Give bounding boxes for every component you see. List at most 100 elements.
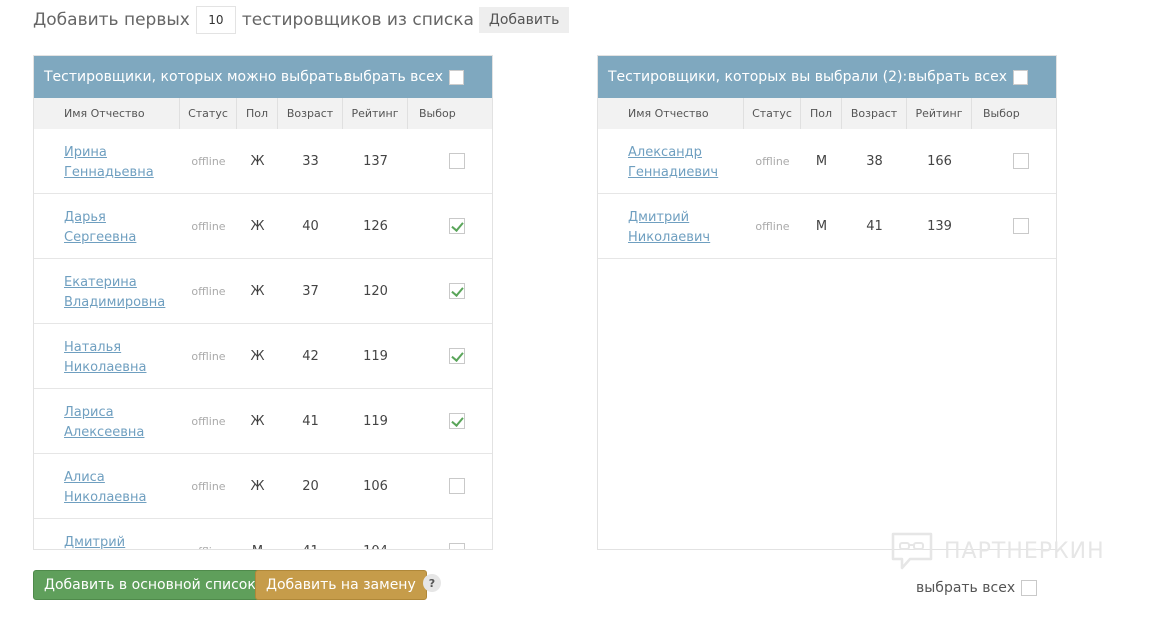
- row-checkbox[interactable]: [449, 283, 465, 299]
- quantity-input[interactable]: [195, 6, 236, 34]
- selected-rows: Александр Геннадиевич offline М 38 166 Дм…: [598, 129, 1056, 259]
- select-cell: [408, 194, 492, 258]
- select-cell: [408, 389, 492, 453]
- status-text: offline: [191, 154, 226, 168]
- col-sex[interactable]: Пол: [801, 98, 842, 129]
- age-text: 42: [302, 348, 319, 364]
- tester-name-link[interactable]: Дмитрий Николаевич: [598, 194, 744, 258]
- tester-name-link[interactable]: Наталья Николаевна: [34, 324, 180, 388]
- table-row: Дмитрий Николаевич offline М 41 139: [598, 194, 1056, 259]
- tester-name-link[interactable]: Ирина Геннадьевна: [34, 129, 180, 193]
- available-testers-panel: Тестировщики, которых можно выбрать: выб…: [33, 55, 493, 550]
- select-all-bottom-label: выбрать всех: [916, 580, 1016, 596]
- add-first-button[interactable]: Добавить: [478, 7, 570, 33]
- sex-text: Ж: [250, 153, 265, 169]
- table-row: Екатерина Владимировна offline Ж 37 120: [34, 259, 492, 324]
- select-cell: [408, 454, 492, 518]
- status-text: offline: [191, 414, 226, 428]
- sex-text: Ж: [250, 218, 265, 234]
- tester-name-link[interactable]: Александр Геннадиевич: [598, 129, 744, 193]
- sex-text: М: [815, 153, 828, 169]
- rating-text: 166: [927, 153, 952, 169]
- status-text: offline: [755, 219, 790, 233]
- selected-panel-title: Тестировщики, которых вы выбрали (2):: [608, 69, 908, 85]
- status-text: offline: [755, 154, 790, 168]
- age-text: 37: [302, 283, 319, 299]
- col-status[interactable]: Статус: [180, 98, 237, 129]
- col-rating[interactable]: Рейтинг: [907, 98, 972, 129]
- table-row: Дмитрий offline М 41 104: [34, 519, 492, 550]
- select-all-label: выбрать всех: [343, 69, 443, 85]
- rating-text: 126: [363, 218, 388, 234]
- selected-testers-panel: Тестировщики, которых вы выбрали (2): вы…: [597, 55, 1057, 550]
- tester-name-link[interactable]: Дарья Сергеевна: [34, 194, 180, 258]
- sex-text: Ж: [250, 478, 265, 494]
- available-panel-header: Тестировщики, которых можно выбрать: выб…: [34, 56, 492, 98]
- rating-text: 139: [927, 218, 952, 234]
- col-select: Выбор: [983, 107, 1020, 120]
- rating-text: 104: [343, 519, 408, 550]
- tester-name-link[interactable]: Лариса Алексеевна: [34, 389, 180, 453]
- selected-table-header: Имя Отчество Статус Пол Возраст Рейтинг …: [598, 98, 1056, 129]
- age-text: 38: [866, 153, 883, 169]
- row-checkbox[interactable]: [449, 218, 465, 234]
- select-cell: [408, 259, 492, 323]
- select-all-bottom[interactable]: выбрать всех: [916, 580, 1038, 596]
- select-all-checkbox[interactable]: [1013, 69, 1028, 85]
- add-as-replacement-button[interactable]: Добавить на замену: [255, 570, 427, 600]
- row-checkbox[interactable]: [449, 478, 465, 494]
- select-all-selected[interactable]: выбрать всех: [908, 56, 1028, 98]
- col-age[interactable]: Возраст: [842, 98, 907, 129]
- select-all-checkbox[interactable]: [449, 69, 464, 85]
- status-text: offline: [191, 284, 226, 298]
- select-cell: [408, 519, 492, 549]
- sex-text: Ж: [250, 413, 265, 429]
- select-all-available[interactable]: выбрать всех: [344, 56, 464, 98]
- row-checkbox[interactable]: [449, 348, 465, 364]
- row-checkbox[interactable]: [449, 413, 465, 429]
- table-row: Наталья Николаевна offline Ж 42 119: [34, 324, 492, 389]
- col-age[interactable]: Возраст: [278, 98, 343, 129]
- add-first-toolbar: Добавить первых тестировщиков из списка …: [33, 6, 570, 34]
- sex-text: М: [815, 218, 828, 234]
- col-status[interactable]: Статус: [744, 98, 801, 129]
- available-panel-title: Тестировщики, которых можно выбрать:: [44, 69, 348, 85]
- col-rating[interactable]: Рейтинг: [343, 98, 408, 129]
- row-checkbox[interactable]: [1013, 153, 1029, 169]
- table-row: Лариса Алексеевна offline Ж 41 119: [34, 389, 492, 454]
- from-list-label: тестировщиков из списка: [241, 10, 474, 30]
- table-row: Дарья Сергеевна offline Ж 40 126: [34, 194, 492, 259]
- select-all-bottom-checkbox[interactable]: [1021, 580, 1038, 596]
- select-cell: [408, 324, 492, 388]
- tester-name-link[interactable]: Алиса Николаевна: [34, 454, 180, 518]
- table-row: Алиса Николаевна offline Ж 20 106: [34, 454, 492, 519]
- col-name[interactable]: Имя Отчество: [34, 98, 180, 129]
- watermark-text: ПАРТНЕРКИН: [944, 538, 1105, 564]
- watermark-logo: ПАРТНЕРКИН: [890, 528, 1105, 574]
- status-text: offline: [180, 519, 237, 550]
- tester-name-link[interactable]: Екатерина Владимировна: [34, 259, 180, 323]
- age-text: 41: [278, 519, 343, 550]
- col-name[interactable]: Имя Отчество: [598, 98, 744, 129]
- tester-name-link[interactable]: Дмитрий: [34, 519, 180, 549]
- rating-text: 137: [363, 153, 388, 169]
- selected-panel-header: Тестировщики, которых вы выбрали (2): вы…: [598, 56, 1056, 98]
- age-text: 20: [302, 478, 319, 494]
- sex-text: Ж: [250, 348, 265, 364]
- status-text: offline: [191, 479, 226, 493]
- rating-text: 119: [363, 348, 388, 364]
- row-checkbox[interactable]: [1013, 218, 1029, 234]
- row-checkbox[interactable]: [449, 153, 465, 169]
- available-rows: Ирина Геннадьевна offline Ж 33 137 Дарья …: [34, 129, 492, 550]
- select-all-label: выбрать всех: [907, 69, 1007, 85]
- row-checkbox[interactable]: [449, 543, 465, 549]
- col-sex[interactable]: Пол: [237, 98, 278, 129]
- status-text: offline: [191, 349, 226, 363]
- select-cell: [972, 194, 1056, 258]
- col-select: Выбор: [419, 107, 456, 120]
- rating-text: 120: [363, 283, 388, 299]
- help-icon[interactable]: ?: [423, 574, 441, 592]
- age-text: 40: [302, 218, 319, 234]
- rating-text: 106: [363, 478, 388, 494]
- add-to-main-list-button[interactable]: Добавить в основной список: [33, 570, 267, 600]
